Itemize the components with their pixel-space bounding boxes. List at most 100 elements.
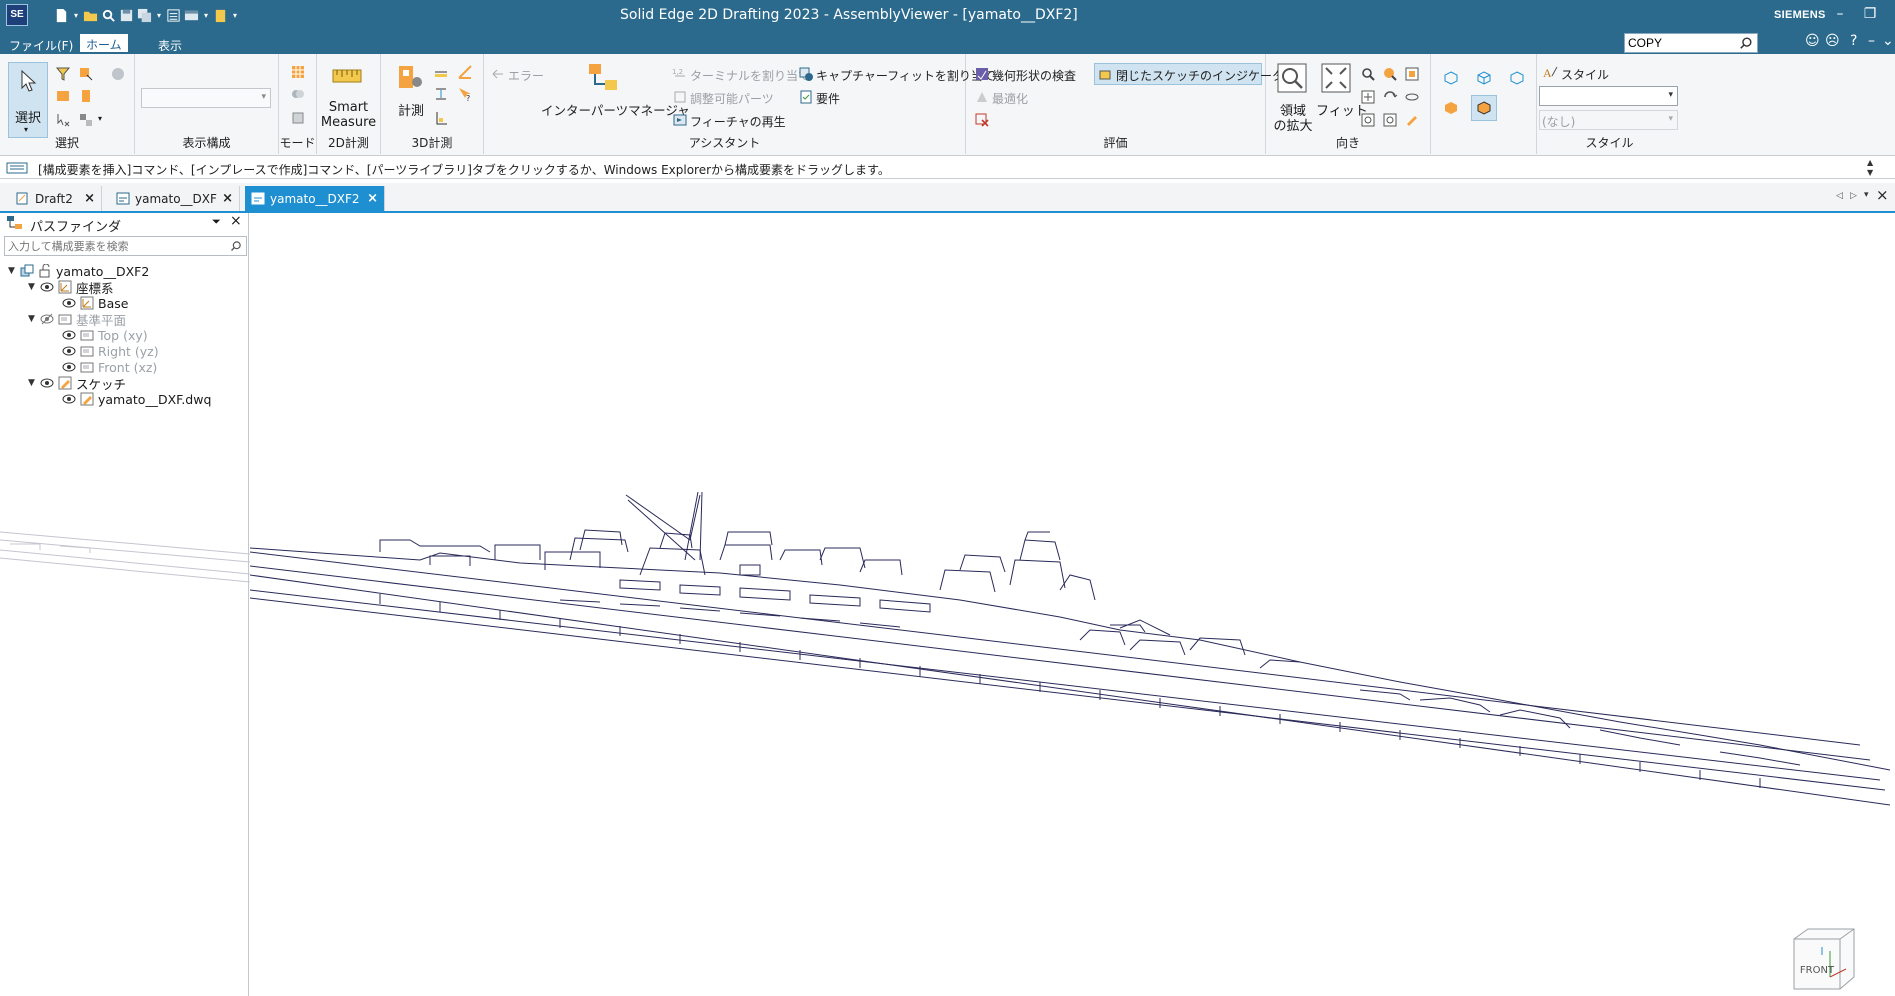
command-search-field[interactable]	[1625, 34, 1735, 52]
eye-icon[interactable]	[62, 345, 76, 357]
measure-minimum-icon[interactable]	[433, 86, 449, 102]
spin-icon[interactable]	[1404, 89, 1420, 105]
clipboard-icon[interactable]	[213, 8, 228, 23]
shaded-edges-button[interactable]	[1471, 95, 1497, 121]
eye-hidden-icon[interactable]	[40, 313, 54, 325]
assign-terminal-icon[interactable]: 1,2	[672, 66, 688, 82]
capture-fit-icon[interactable]	[798, 66, 814, 82]
zoom-area-icon[interactable]	[1276, 62, 1308, 94]
prompt-scroll-up-icon[interactable]: ▲	[1867, 158, 1873, 167]
measure-distance-icon[interactable]	[433, 64, 449, 80]
prompt-scroll-down-icon[interactable]: ▼	[1867, 168, 1873, 177]
eye-icon[interactable]	[40, 281, 54, 293]
selection-manager-icon[interactable]	[78, 112, 94, 128]
inspect-icon[interactable]: ?	[457, 86, 473, 102]
eye-icon[interactable]	[62, 361, 76, 373]
expand-icon[interactable]: ▼	[28, 378, 40, 388]
requirements-button[interactable]: 要件	[816, 90, 840, 107]
measure-angle-icon[interactable]	[457, 64, 473, 80]
tab-file[interactable]: ファイル(F)	[9, 37, 73, 54]
tree-item-top-plane[interactable]: Top (xy)	[62, 327, 148, 343]
interpart-manager-icon[interactable]	[587, 62, 619, 94]
zoom-orange-icon[interactable]	[1382, 66, 1398, 82]
assign-terminal-button[interactable]: ターミナルを割り当て	[690, 67, 810, 84]
pathfinder-options-icon[interactable]: ⏷	[212, 215, 221, 229]
eye-icon[interactable]	[62, 329, 76, 341]
close-document-icon[interactable]: ×	[1876, 186, 1889, 204]
doc-tab-yamato-dxf[interactable]: yamato__DXF ×	[110, 186, 240, 211]
save-icon[interactable]	[119, 8, 134, 23]
save-all-icon[interactable]	[137, 8, 152, 23]
tree-item-ref-planes[interactable]: ▼ 基準平面	[28, 311, 126, 328]
tree-item-coord-sys[interactable]: ▼ 座標系	[28, 279, 114, 296]
error-icon[interactable]	[490, 66, 506, 82]
wireframe-tri-icon[interactable]	[1509, 70, 1525, 86]
select-tool-icon[interactable]	[78, 66, 94, 82]
measure-normal-icon[interactable]	[433, 110, 449, 126]
geometry-check-icon[interactable]	[974, 66, 990, 82]
eye-icon[interactable]	[40, 377, 54, 389]
pathfinder-close-icon[interactable]: ×	[230, 213, 242, 229]
measure-icon[interactable]	[395, 62, 425, 92]
filter-icon[interactable]	[55, 66, 71, 82]
style-icon[interactable]: A	[1543, 64, 1559, 80]
open-folder-icon[interactable]	[83, 8, 98, 23]
new-file-icon[interactable]	[54, 8, 69, 23]
tab-scroll-left-icon[interactable]: ◁	[1836, 191, 1843, 201]
rotate-icon[interactable]	[1382, 89, 1398, 105]
mode-grid-icon[interactable]	[290, 64, 306, 80]
mode-assembly-icon[interactable]	[290, 86, 306, 102]
restore-icon[interactable]: ❐	[1861, 6, 1879, 22]
ribbon-options-icon[interactable]: ⌄	[1882, 33, 1894, 49]
tree-item-dwg[interactable]: yamato__DXF.dwq	[62, 391, 211, 407]
selection-manager-dropdown-icon[interactable]: ▾	[98, 114, 102, 123]
named-view-icon[interactable]	[1382, 112, 1398, 128]
solid-edge-logo[interactable]: SE	[6, 4, 28, 26]
box-select-icon[interactable]	[55, 88, 71, 104]
view-cube[interactable]: FRONT	[1790, 925, 1858, 993]
window-icon[interactable]	[184, 8, 199, 23]
previous-view-icon[interactable]	[1360, 112, 1376, 128]
save-dropdown-icon[interactable]: ▾	[155, 8, 163, 23]
new-dropdown-icon[interactable]: ▾	[72, 8, 80, 23]
tab-home[interactable]: ホーム	[80, 34, 128, 54]
tab-view[interactable]: 表示	[158, 37, 182, 54]
select-button[interactable]: 選択 ▾	[8, 62, 48, 138]
display-config-dropdown[interactable]: ▾	[141, 88, 271, 108]
find-icon[interactable]	[101, 8, 116, 23]
close-tab-icon[interactable]: ×	[222, 191, 233, 206]
search-icon[interactable]	[1739, 36, 1753, 50]
print-icon[interactable]	[166, 8, 181, 23]
tab-scroll-right-icon[interactable]: ▷	[1850, 191, 1857, 201]
tab-list-icon[interactable]: ▾	[1864, 190, 1869, 200]
close-tab-icon[interactable]: ×	[367, 191, 378, 206]
error-button[interactable]: エラー	[508, 67, 544, 84]
interpart-manager-label[interactable]: インターパーツマネージャ	[541, 100, 690, 119]
pathfinder-search-field[interactable]	[5, 237, 225, 255]
minimize-icon[interactable]: –	[1831, 6, 1849, 22]
ribbon-minimize-icon[interactable]: –	[1868, 33, 1875, 49]
shaded-icon[interactable]	[1443, 100, 1459, 116]
wireframe-iso-icon[interactable]	[1443, 70, 1459, 86]
adjustable-parts-button[interactable]: 調整可能パーツ	[690, 90, 774, 107]
search-icon[interactable]	[230, 240, 242, 252]
replay-features-button[interactable]: フィーチャの再生	[690, 113, 786, 130]
component-select-icon[interactable]	[110, 66, 126, 82]
adjustable-parts-icon[interactable]	[672, 89, 688, 105]
optimize-button[interactable]: 最適化	[992, 90, 1028, 107]
expand-icon[interactable]: ▼	[28, 282, 40, 292]
requirements-icon[interactable]	[798, 89, 814, 105]
doc-tab-draft2[interactable]: Draft2 ×	[10, 186, 102, 211]
expand-icon[interactable]: ▼	[8, 266, 20, 276]
eye-icon[interactable]	[62, 393, 76, 405]
mode-simplified-icon[interactable]	[290, 110, 306, 126]
close-tab-icon[interactable]: ×	[84, 191, 95, 206]
command-search-input[interactable]	[1624, 33, 1758, 53]
graphics-viewport[interactable]	[249, 213, 1895, 996]
customize-dropdown-icon[interactable]: ▾	[231, 8, 239, 23]
tree-item-right-plane[interactable]: Right (yz)	[62, 343, 159, 359]
pathfinder-search-input[interactable]	[4, 236, 247, 256]
window-dropdown-icon[interactable]: ▾	[202, 8, 210, 23]
style-button[interactable]: スタイル	[1561, 66, 1609, 83]
expand-icon[interactable]: ▼	[28, 314, 40, 324]
